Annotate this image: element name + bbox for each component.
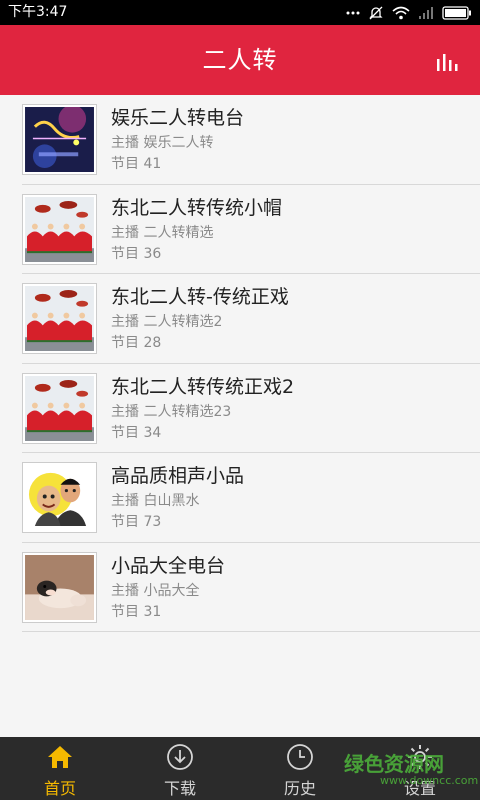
tab-label: 下载 <box>163 779 196 798</box>
list-item[interactable]: 高品质相声小品 主播 白山黑水 节目 73 <box>22 453 480 543</box>
tab-label: 历史 <box>283 779 316 798</box>
app-bar: 二人转 <box>0 25 480 95</box>
status-time: 下午3:47 <box>8 4 68 20</box>
station-host: 主播 二人转精选 <box>111 224 214 241</box>
battery-icon <box>442 5 472 20</box>
watermark-url: www.downcc.com <box>380 774 479 787</box>
list-item[interactable]: 小品大全电台 主播 小品大全 节目 31 <box>22 543 480 632</box>
station-host: 主播 娱乐二人转 <box>111 135 214 151</box>
tab-download[interactable]: 下载 <box>120 737 240 800</box>
station-title: 娱乐二人转电台 <box>111 107 245 129</box>
stage-poster-image <box>25 107 94 172</box>
station-thumbnail <box>22 193 97 265</box>
list-item[interactable]: 东北二人转传统正戏2 主播 二人转精选23 节目 34 <box>22 364 480 453</box>
station-title: 小品大全电台 <box>111 554 226 577</box>
station-list: 娱乐二人转电台 主播 娱乐二人转 节目 41 东北二人转传统小帽 主播 二人转精… <box>0 95 480 632</box>
station-episode-count: 节目 73 <box>111 514 162 530</box>
equalizer-icon <box>437 54 458 71</box>
status-bar: 下午3:47 <box>0 0 480 25</box>
station-thumbnail <box>22 283 97 354</box>
watermark-text: 绿色资源网 <box>344 752 444 776</box>
station-episode-count: 节目 28 <box>111 335 162 351</box>
station-title: 高品质相声小品 <box>111 465 245 487</box>
tab-label: 首页 <box>43 779 76 798</box>
station-thumbnail <box>22 104 97 175</box>
station-thumbnail <box>22 551 97 623</box>
station-title: 东北二人转传统正戏2 <box>111 375 295 398</box>
station-thumbnail <box>22 462 97 533</box>
station-host: 主播 小品大全 <box>111 582 200 599</box>
dots-icon <box>346 8 360 18</box>
station-episode-count: 节目 31 <box>111 603 162 620</box>
station-episode-count: 节目 34 <box>111 424 162 441</box>
home-icon <box>48 746 72 768</box>
tab-home[interactable]: 首页 <box>0 737 120 800</box>
list-item[interactable]: 东北二人转传统小帽 主播 二人转精选 节目 36 <box>22 185 480 274</box>
dancers-photo-image <box>25 196 94 262</box>
status-icons <box>346 4 472 21</box>
dancers-photo-image <box>25 375 94 441</box>
cartoon-comedians-image <box>25 465 94 530</box>
signal-icon <box>418 6 434 20</box>
list-item[interactable]: 东北二人转-传统正戏 主播 二人转精选2 节目 28 <box>22 274 480 364</box>
station-title: 东北二人转传统小帽 <box>111 196 283 219</box>
page-title: 二人转 <box>202 46 278 74</box>
station-host: 主播 白山黑水 <box>111 493 200 509</box>
station-host: 主播 二人转精选23 <box>111 403 232 420</box>
dancers-photo-image <box>25 286 94 351</box>
now-playing-button[interactable] <box>434 47 460 73</box>
download-icon <box>167 744 193 770</box>
puppy-photo-image <box>25 554 94 620</box>
station-host: 主播 二人转精选2 <box>111 314 223 330</box>
clock-icon <box>287 744 313 770</box>
station-title: 东北二人转-传统正戏 <box>111 286 289 308</box>
station-thumbnail <box>22 372 97 444</box>
list-item[interactable]: 娱乐二人转电台 主播 娱乐二人转 节目 41 <box>22 95 480 185</box>
wifi-icon <box>392 6 410 20</box>
tab-history[interactable]: 历史 <box>240 737 360 800</box>
mute-notification-icon <box>368 5 384 21</box>
station-episode-count: 节目 36 <box>111 245 162 262</box>
station-episode-count: 节目 41 <box>111 156 162 172</box>
